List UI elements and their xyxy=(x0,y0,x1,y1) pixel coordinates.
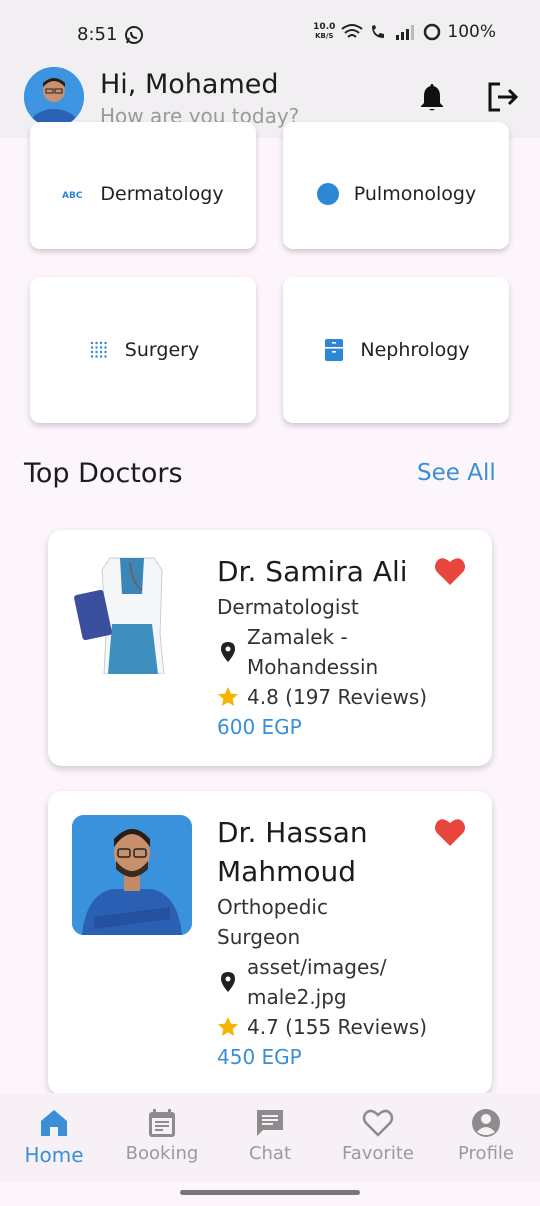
dots-grid-icon xyxy=(87,338,111,362)
doctor-rating: 4.7 (155 Reviews) xyxy=(247,1015,428,1039)
nav-item-booking[interactable]: Booking xyxy=(108,1093,216,1183)
location-pin-icon xyxy=(221,972,235,992)
network-speed: 10.0 KB/S xyxy=(313,22,336,41)
avatar-image xyxy=(24,67,84,127)
doctor-photo xyxy=(72,554,192,674)
nav-label: Chat xyxy=(248,1143,292,1164)
doctor-price: 450 EGP xyxy=(217,1045,302,1069)
doctor-address-line1: Zamalek - xyxy=(247,625,348,649)
doctor-card[interactable]: Dr. Samira Ali Dermatologist Zamalek - M… xyxy=(48,530,492,766)
wifi-icon xyxy=(341,24,364,38)
greeting: Hi, Mohamed xyxy=(100,69,279,100)
specialty-card-nephrology[interactable]: Nephrology xyxy=(283,277,509,423)
chat-icon xyxy=(257,1110,283,1136)
favorite-heart-icon[interactable] xyxy=(434,556,466,586)
circle-icon xyxy=(316,182,340,206)
calendar-icon xyxy=(149,1109,175,1137)
status-bar: 8:51 10.0 KB/S 100% xyxy=(0,0,540,64)
doctor-name-line1: Dr. Hassan xyxy=(217,816,368,849)
nav-item-profile[interactable]: Profile xyxy=(432,1093,540,1183)
specialty-label: Surgery xyxy=(124,339,200,361)
cabinet-icon xyxy=(322,338,346,362)
nav-label: Booking xyxy=(125,1143,199,1164)
specialty-label: Pulmonology xyxy=(353,182,477,205)
doctor-address-line2: male2.jpg xyxy=(247,985,347,1009)
doctor-specialty-line1: Orthopedic xyxy=(217,895,328,919)
signal-icon xyxy=(396,25,415,40)
nav-label: Profile xyxy=(458,1143,514,1164)
battery-icon xyxy=(424,23,441,41)
logout-icon[interactable] xyxy=(486,80,520,114)
nav-item-favorite[interactable]: Favorite xyxy=(324,1093,432,1183)
see-all-link[interactable]: See All xyxy=(417,460,496,486)
heart-outline-icon xyxy=(362,1109,394,1137)
doctor-rating: 4.8 (197 Reviews) xyxy=(247,685,428,709)
doctor-card[interactable]: Dr. Hassan Mahmoud Orthopedic Surgeon as… xyxy=(48,791,492,1095)
doctor-address-line2: Mohandessin xyxy=(247,655,379,679)
home-icon xyxy=(41,1110,67,1136)
profile-icon xyxy=(472,1109,500,1137)
nav-label: Favorite xyxy=(342,1143,414,1164)
nav-item-chat[interactable]: Chat xyxy=(216,1093,324,1183)
doctor-price: 600 EGP xyxy=(217,715,302,739)
specialty-label: Dermatology xyxy=(100,182,224,205)
abc-icon: ABC xyxy=(62,182,86,206)
wifi-call-icon xyxy=(372,25,385,38)
doctor-name: Dr. Samira Ali xyxy=(217,555,408,588)
svg-text:ABC: ABC xyxy=(62,191,83,199)
status-icons: 10.0 KB/S 100% xyxy=(313,22,496,42)
doctor-specialty: Dermatologist xyxy=(217,595,359,619)
avatar[interactable] xyxy=(24,67,84,127)
doctor-address-line1: asset/images/ xyxy=(247,955,387,979)
star-icon xyxy=(218,1017,238,1036)
location-pin-icon xyxy=(221,642,235,662)
battery-level: 100% xyxy=(447,22,496,42)
specialty-label: Nephrology xyxy=(360,339,470,361)
whatsapp-icon xyxy=(125,26,143,44)
bottom-nav: Home Booking Chat Favorite Profile xyxy=(0,1093,540,1183)
doctor-name-line2: Mahmoud xyxy=(217,855,356,888)
specialty-card-surgery[interactable]: Surgery xyxy=(30,277,256,423)
nav-label: Home xyxy=(24,1143,84,1167)
specialty-card-pulmonology[interactable]: Pulmonology xyxy=(283,122,509,249)
bell-icon[interactable] xyxy=(418,82,446,112)
section-title: Top Doctors xyxy=(24,458,183,489)
specialty-card-dermatology[interactable]: ABC Dermatology xyxy=(30,122,256,249)
status-time: 8:51 xyxy=(77,24,118,45)
doctor-specialty-line2: Surgeon xyxy=(217,925,301,949)
home-indicator[interactable] xyxy=(180,1190,360,1195)
nav-item-home[interactable]: Home xyxy=(0,1093,108,1183)
doctor-photo xyxy=(72,815,192,935)
star-icon xyxy=(218,687,238,706)
favorite-heart-icon[interactable] xyxy=(434,817,466,847)
